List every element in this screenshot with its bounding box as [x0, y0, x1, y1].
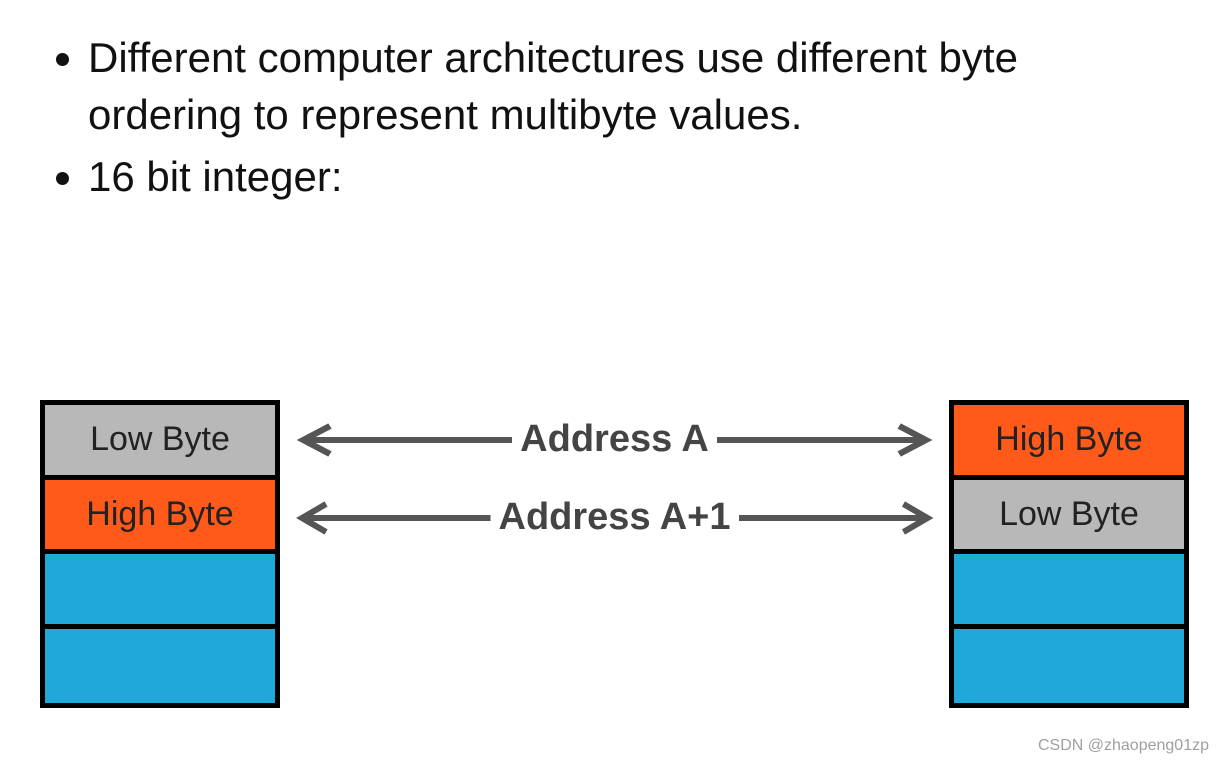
address-labels: Address A Address A+1 — [300, 400, 929, 560]
address-label: Address A — [512, 418, 717, 461]
memory-cell — [954, 554, 1184, 629]
address-row: Address A+1 — [290, 480, 939, 555]
arrow-right-icon — [739, 498, 940, 538]
bullet-item: Different computer architectures use dif… — [88, 30, 1169, 143]
arrow-left-icon — [290, 420, 512, 460]
address-row: Address A — [290, 402, 939, 477]
arrow-right-icon — [717, 420, 939, 460]
memory-cell — [45, 554, 275, 629]
arrow-left-icon — [290, 498, 491, 538]
byte-order-diagram: Low Byte High Byte High Byte Low Byte Ad… — [40, 400, 1189, 740]
right-memory-stack: High Byte Low Byte — [949, 400, 1189, 708]
left-memory-stack: Low Byte High Byte — [40, 400, 280, 708]
watermark: CSDN @zhaopeng01zp — [1038, 737, 1209, 755]
bullet-item: 16 bit integer: — [88, 149, 1169, 206]
memory-cell: High Byte — [954, 405, 1184, 480]
memory-cell — [954, 629, 1184, 704]
memory-cell — [45, 629, 275, 704]
memory-cell: Low Byte — [954, 480, 1184, 555]
bullet-list: Different computer architectures use dif… — [0, 0, 1229, 206]
memory-cell: Low Byte — [45, 405, 275, 480]
memory-cell: High Byte — [45, 480, 275, 555]
address-label: Address A+1 — [491, 496, 739, 539]
